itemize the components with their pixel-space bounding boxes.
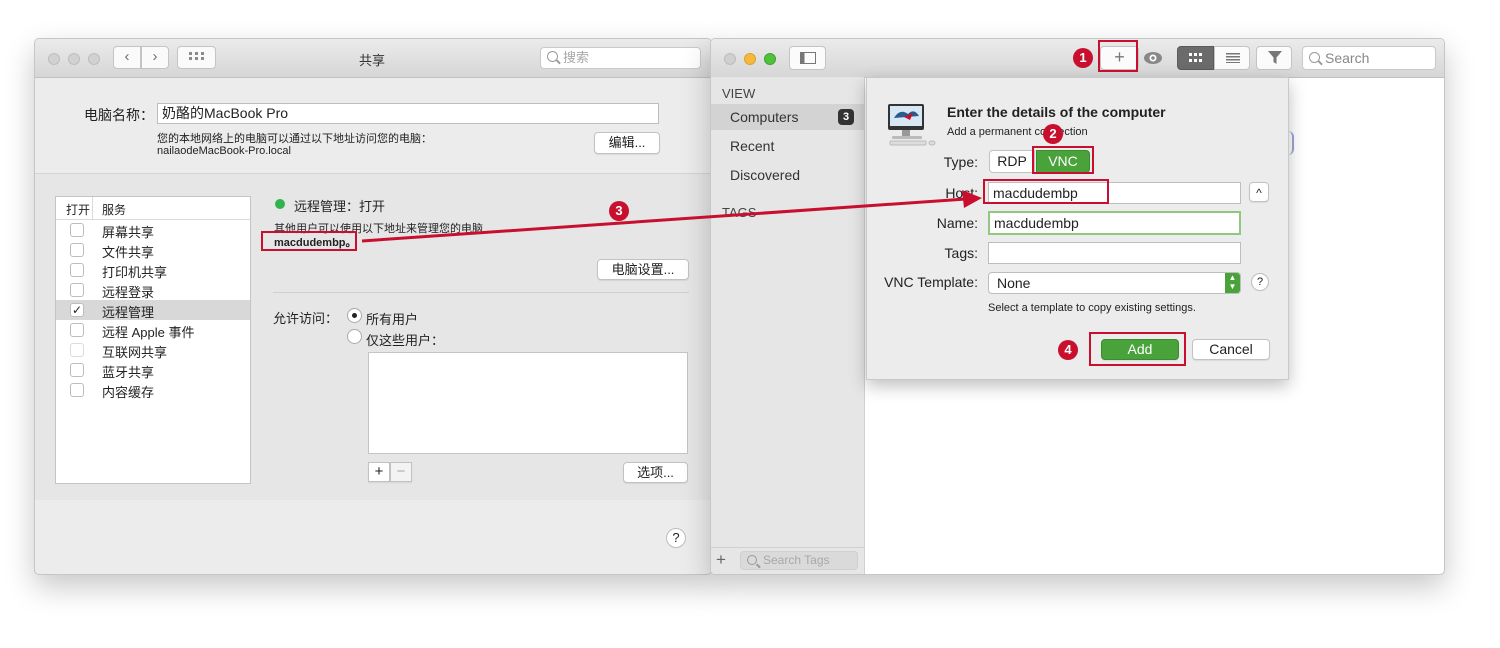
annotation-arrow <box>361 190 982 243</box>
